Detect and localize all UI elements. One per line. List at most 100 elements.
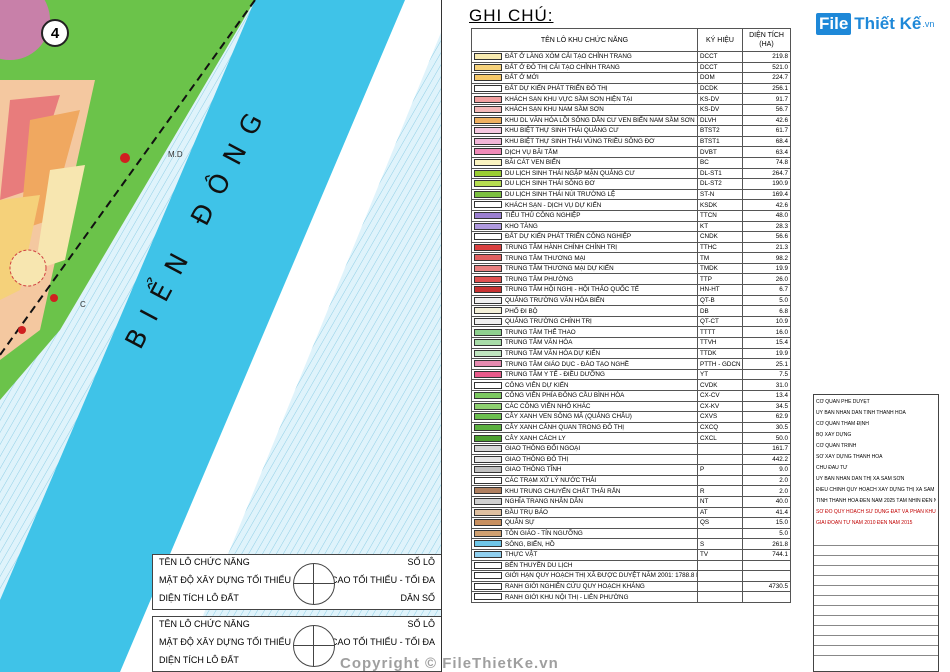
legend-swatch <box>474 169 502 177</box>
legend-swatch <box>474 508 502 516</box>
legend-row: DU LỊCH SINH THÁI SÔNG ĐƠ DL-ST2 190.9 <box>471 178 791 190</box>
legend-name: KHÁCH SẠN - DỊCH VỤ DỰ KIẾN <box>505 201 602 209</box>
legend-name-cell: CÂY XANH VEN SÔNG MÃ (QUẢNG CHÂU) <box>471 411 698 423</box>
legend-swatch <box>474 593 502 601</box>
site-logo[interactable]: File Thiết Kế .vn <box>816 13 934 35</box>
title-block-line: GIAI ĐOẠN TỪ NĂM 2010 ĐẾN NĂM 2015 <box>816 520 913 526</box>
legend-name: QUẢNG TRƯỜNG VĂN HÓA BIỂN <box>505 296 605 304</box>
legend-name: DU LỊCH SINH THÁI SÔNG ĐƠ <box>505 180 595 188</box>
legend-name-cell: KHÁCH SẠN - DỊCH VỤ DỰ KIẾN <box>471 199 698 211</box>
title-block-line: BỘ XÂY DỰNG <box>816 432 852 438</box>
header-area: DIỆN TÍCH (HA) <box>742 28 791 52</box>
legend-area: 62.9 <box>742 411 791 423</box>
legend-body: ĐẤT Ở LÀNG XÓM CẢI TẠO CHỈNH TRANG DCCT 21… <box>471 51 791 603</box>
title-block-rule <box>814 655 938 656</box>
legend-name: BẾN THUYỀN DU LỊCH <box>505 561 573 569</box>
legend-name: ĐẤT Ở ĐÔ THỊ CẢI TẠO CHỈNH TRANG <box>505 63 620 71</box>
legend-area: 9.0 <box>742 464 791 476</box>
legend-code: YT <box>697 368 743 381</box>
marker-dot-2 <box>50 294 58 302</box>
legend-name: RANH GIỚI KHU NỘI THỊ - LIÊN PHƯỜNG <box>505 593 629 601</box>
legend-name: TRUNG TÂM Y TẾ - ĐIỀU DƯỠNG <box>505 371 605 379</box>
planning-map[interactable]: 4 M.D C BIỂN ĐÔNG TÊN LÔ CHỨC NĂNG SỐ LÔ … <box>0 0 442 672</box>
legend-row: CÔNG VIÊN PHÍA ĐÔNG CẦU BÌNH HÒA CX-CV 13.… <box>471 390 791 402</box>
legend-code: KSDK <box>697 199 743 211</box>
legend-name: KHO TÀNG <box>505 222 538 230</box>
legend-area: 25.1 <box>742 358 791 370</box>
legend-area <box>742 559 791 572</box>
legend-area: 56.6 <box>742 231 791 243</box>
legend-row: GIAO THÔNG ĐÔ THỊ 442.2 <box>471 453 791 466</box>
zone-number-badge: 4 <box>41 19 69 47</box>
legend-row: TRUNG TÂM HỘI NGHỊ - HỘI THẢO QUỐC TẾ HN-… <box>471 284 791 296</box>
legend-area: 256.1 <box>742 82 791 95</box>
legend-name: CÁC CÔNG VIÊN NHỎ KHÁC <box>505 402 591 410</box>
legend-area: 161.7 <box>742 442 791 455</box>
title-block-rule <box>814 555 938 556</box>
legend-swatch <box>474 265 502 272</box>
legend-swatch <box>474 296 502 304</box>
legend-swatch <box>474 317 502 325</box>
legend-name-cell: QUÂN SỰ <box>471 517 698 529</box>
legend-name: ĐẦU TRỤ BÁO <box>505 508 548 516</box>
legend-swatch <box>474 106 502 114</box>
key-circle <box>293 563 335 605</box>
legend-swatch <box>474 307 502 315</box>
legend-swatch <box>474 434 502 442</box>
key-label: DÂN SỐ <box>400 593 435 603</box>
legend-name-cell: ĐẤT DỰ KIẾN PHÁT TRIỂN CÔNG NGHIỆP <box>471 231 698 243</box>
legend-name: PHỐ ĐI BỘ <box>505 307 538 315</box>
legend-area: 744.1 <box>742 548 791 561</box>
legend-row: RANH GIỚI NGHIÊN CỨU QUY HOẠCH KHÁNG 4730… <box>471 580 791 593</box>
legend-code: CNDK <box>697 231 743 243</box>
title-block-line: CƠ QUAN THẨM ĐỊNH <box>816 421 869 427</box>
legend-swatch <box>474 328 502 336</box>
legend-area: 31.0 <box>742 379 791 391</box>
legend-name-cell: CÂY XANH CẢNH QUAN TRONG ĐÔ THỊ <box>471 421 698 434</box>
header-code: KÝ HIỆU <box>697 28 743 52</box>
legend-area: 30.5 <box>742 421 791 434</box>
legend-name: CÂY XANH VEN SÔNG MÃ (QUẢNG CHÂU) <box>505 413 632 421</box>
legend-code: DVBT <box>697 146 743 158</box>
legend-area: 442.2 <box>742 453 791 466</box>
header-name: TÊN LÔ KHU CHỨC NĂNG <box>471 28 698 52</box>
legend-row: TRUNG TÂM VĂN HÓA DỰ KIẾN TTDK 19.9 <box>471 347 791 360</box>
key-label: SỐ LÔ <box>407 557 435 567</box>
legend-area: 13.4 <box>742 390 791 402</box>
legend-row: CÂY XANH CÁCH LY CXCL 50.0 <box>471 432 791 444</box>
title-block-line: UỶ BAN NHÂN DÂN TỈNH THANH HOÁ <box>816 410 906 416</box>
legend-row: DU LỊCH SINH THÁI NGẬP MẶN QUẢNG CƯ DL-ST… <box>471 167 791 180</box>
legend-row: RANH GIỚI KHU NỘI THỊ - LIÊN PHƯỜNG <box>471 591 791 603</box>
legend-row: KHÁCH SẠN KHU NAM SẦM SƠN KS-DV 56.7 <box>471 103 791 116</box>
title-block-line: CƠ QUAN TRÌNH <box>816 443 857 449</box>
legend-swatch <box>474 222 502 230</box>
title-block-line: ĐIỀU CHỈNH QUY HOẠCH XÂY DỰNG THỊ XÃ SẦM… <box>816 487 936 493</box>
title-block-rule <box>814 615 938 616</box>
legend-row: THỰC VẬT TV 744.1 <box>471 548 791 561</box>
logo-suffix: .vn <box>922 19 935 29</box>
legend-name: GIAO THÔNG TĨNH <box>505 466 562 474</box>
legend-swatch <box>474 498 502 506</box>
legend-name-cell: PHỐ ĐI BỘ <box>471 305 698 317</box>
legend-row: GIAO THÔNG ĐỐI NGOẠI 161.7 <box>471 442 791 455</box>
legend-name-cell: CÔNG VIÊN PHÍA ĐÔNG CẦU BÌNH HÒA <box>471 390 698 402</box>
legend-swatch <box>474 476 502 484</box>
legend-name-cell: TRUNG TÂM THƯƠNG MẠI <box>471 252 698 264</box>
legend-code <box>697 580 743 593</box>
legend-code: BTST1 <box>697 135 743 148</box>
legend-name: TIỂU THỦ CÔNG NGHIỆP <box>505 212 581 220</box>
legend-area: 16.0 <box>742 326 791 339</box>
legend-area: 6.7 <box>742 284 791 296</box>
legend-row: CÂY XANH CẢNH QUAN TRONG ĐÔ THỊ CXCQ 30.5 <box>471 421 791 434</box>
legend-area: 10.9 <box>742 315 791 328</box>
key-label: TÊN LÔ CHỨC NĂNG <box>159 557 250 567</box>
legend-swatch <box>474 519 502 527</box>
legend-swatch <box>474 466 502 474</box>
key-circle <box>293 625 335 667</box>
legend-area: 6.8 <box>742 305 791 317</box>
marker-label-c: C <box>80 300 86 309</box>
legend-area: 21.3 <box>742 241 791 254</box>
legend-row: ĐẤT DỰ KIẾN PHÁT TRIỂN ĐÔ THỊ DCDK 256.1 <box>471 82 791 95</box>
legend-swatch <box>474 370 502 378</box>
legend-name-cell: DU LỊCH SINH THÁI SÔNG ĐƠ <box>471 178 698 190</box>
